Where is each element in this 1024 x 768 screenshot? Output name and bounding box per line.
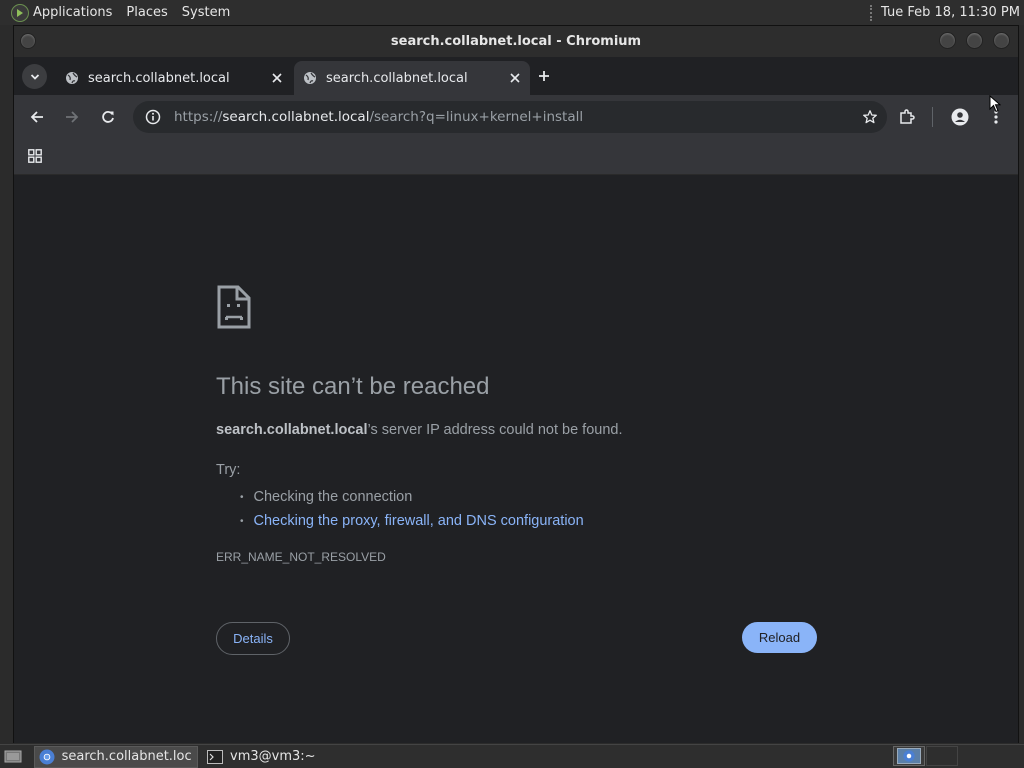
- window-menu-button[interactable]: [20, 33, 36, 49]
- url-path: /search?q=linux+kernel+install: [369, 109, 584, 125]
- chromium-icon: [39, 748, 56, 766]
- workspace-2[interactable]: [926, 746, 958, 766]
- error-description: search.collabnet.local’s server IP addre…: [216, 422, 623, 438]
- close-icon[interactable]: [506, 69, 524, 87]
- reload-toolbar-button[interactable]: [97, 106, 119, 128]
- details-button[interactable]: Details: [216, 622, 290, 655]
- back-button[interactable]: [26, 106, 48, 128]
- forward-button[interactable]: [61, 106, 83, 128]
- url-host: search.collabnet.local: [222, 109, 370, 125]
- person-icon: [951, 108, 969, 126]
- profile-button[interactable]: [949, 106, 971, 128]
- taskbar-item-label: search.collabnet.loc...: [61, 749, 193, 764]
- close-window-button[interactable]: [993, 32, 1010, 49]
- places-menu[interactable]: Places: [126, 5, 167, 20]
- url-text: https://search.collabnet.local/search?q=…: [174, 109, 583, 125]
- tab-title: search.collabnet.local: [326, 70, 468, 86]
- new-tab-button[interactable]: [534, 66, 554, 86]
- info-icon[interactable]: [144, 108, 162, 126]
- window-title: search.collabnet.local - Chromium: [390, 34, 642, 49]
- browser-window: search.collabnet.local - Chromium search…: [13, 25, 1019, 743]
- tab-2[interactable]: search.collabnet.local: [294, 61, 530, 95]
- taskbar: search.collabnet.loc... vm3@vm3:~: [0, 744, 1024, 768]
- minimize-button[interactable]: [939, 32, 956, 49]
- suggestion-check-connection: Checking the connection: [240, 485, 584, 509]
- taskbar-item-chromium[interactable]: search.collabnet.loc...: [34, 745, 198, 768]
- clock[interactable]: Tue Feb 18, 11:30 PM: [881, 5, 1020, 20]
- workspace-1[interactable]: [893, 746, 925, 766]
- error-description-text: ’s server IP address could not be found.: [367, 422, 623, 438]
- chevron-down-icon: [30, 73, 39, 80]
- terminal-icon: [206, 748, 224, 766]
- applications-menu[interactable]: Applications: [33, 5, 112, 20]
- browser-toolbar: https://search.collabnet.local/search?q=…: [14, 95, 1018, 139]
- suggestion-check-proxy-link[interactable]: Checking the proxy, firewall, and DNS co…: [240, 509, 584, 533]
- globe-icon: [302, 70, 318, 86]
- panel-separator: [870, 4, 873, 21]
- address-bar[interactable]: https://search.collabnet.local/search?q=…: [133, 101, 887, 133]
- close-icon[interactable]: [268, 69, 286, 87]
- tab-search-button[interactable]: [22, 64, 47, 89]
- arrow-right-icon: [66, 111, 79, 123]
- show-desktop-icon[interactable]: [2, 748, 24, 766]
- toolbar-divider: [932, 107, 933, 127]
- puzzle-icon: [900, 109, 915, 124]
- tab-1[interactable]: search.collabnet.local: [56, 61, 292, 95]
- page-content: This site can’t be reached search.collab…: [14, 175, 1018, 743]
- error-title: This site can’t be reached: [216, 373, 490, 400]
- globe-icon: [64, 70, 80, 86]
- sad-document-icon: [217, 285, 251, 329]
- try-label: Try:: [216, 462, 241, 478]
- bookmark-star-icon[interactable]: [861, 108, 879, 126]
- tab-title: search.collabnet.local: [88, 70, 230, 86]
- system-menu[interactable]: System: [182, 5, 230, 20]
- workspace-chromium-icon: [897, 748, 921, 764]
- url-scheme: https://: [174, 109, 223, 125]
- reload-button[interactable]: Reload: [742, 622, 817, 653]
- arrow-left-icon: [30, 111, 43, 123]
- taskbar-item-terminal[interactable]: vm3@vm3:~: [202, 746, 352, 768]
- top-panel: Applications Places System Tue Feb 18, 1…: [0, 0, 1024, 25]
- error-code: ERR_NAME_NOT_RESOLVED: [216, 550, 386, 564]
- plus-icon: [539, 71, 549, 81]
- tab-strip: search.collabnet.local search.collabnet.…: [14, 57, 1018, 95]
- bookmarks-bar: [14, 139, 1018, 175]
- window-titlebar[interactable]: search.collabnet.local - Chromium: [14, 26, 1018, 57]
- taskbar-item-label: vm3@vm3:~: [230, 749, 316, 764]
- apps-grid-icon[interactable]: [26, 147, 44, 165]
- maximize-button[interactable]: [966, 32, 983, 49]
- error-host: search.collabnet.local: [216, 422, 368, 438]
- extensions-button[interactable]: [896, 106, 918, 128]
- mouse-cursor-icon: [989, 95, 1001, 113]
- distro-logo-icon[interactable]: [11, 3, 29, 22]
- refresh-icon: [102, 111, 114, 123]
- suggestions-list: Checking the connection Checking the pro…: [240, 485, 584, 533]
